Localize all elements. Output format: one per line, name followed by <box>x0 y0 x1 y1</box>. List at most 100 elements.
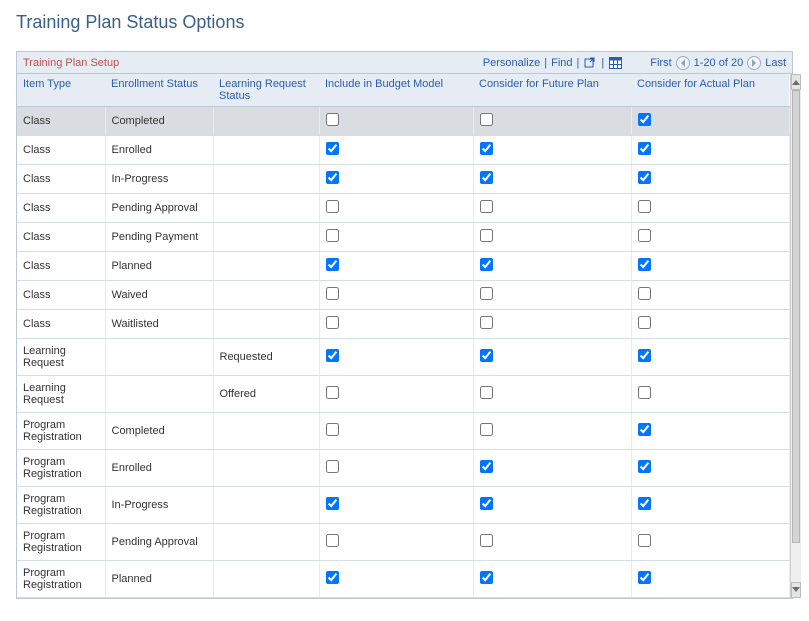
checkbox-include-budget[interactable] <box>326 316 339 329</box>
checkbox-consider-future[interactable] <box>480 287 493 300</box>
table-row[interactable]: ClassWaitlisted <box>17 310 789 339</box>
checkbox-include-budget[interactable] <box>326 497 339 510</box>
table-row[interactable]: Program RegistrationPending Approval <box>17 524 789 561</box>
download-grid-icon[interactable] <box>608 56 622 70</box>
checkbox-include-budget[interactable] <box>326 229 339 242</box>
checkbox-consider-future[interactable] <box>480 113 493 126</box>
pager-prev-button[interactable] <box>676 56 690 70</box>
grid-pager: First 1-20 of 20 Last <box>650 56 786 70</box>
table-row[interactable]: Program RegistrationPlanned <box>17 561 789 598</box>
pager-first-label[interactable]: First <box>650 57 671 69</box>
checkbox-include-budget[interactable] <box>326 423 339 436</box>
checkbox-consider-future[interactable] <box>480 460 493 473</box>
checkbox-include-budget[interactable] <box>326 287 339 300</box>
scroll-down-button[interactable] <box>791 582 801 598</box>
checkbox-consider-actual[interactable] <box>638 349 651 362</box>
checkbox-include-budget[interactable] <box>326 200 339 213</box>
table-row[interactable]: ClassWaived <box>17 281 789 310</box>
cell-learning-request-status <box>213 281 319 310</box>
checkbox-consider-actual-cell <box>631 487 789 524</box>
pager-next-button[interactable] <box>747 56 761 70</box>
checkbox-consider-actual[interactable] <box>638 534 651 547</box>
cell-item-type: Class <box>17 252 105 281</box>
checkbox-consider-future-cell <box>473 487 631 524</box>
checkbox-consider-actual[interactable] <box>638 287 651 300</box>
cell-learning-request-status <box>213 524 319 561</box>
checkbox-consider-future[interactable] <box>480 571 493 584</box>
find-link[interactable]: Find <box>551 57 572 69</box>
checkbox-consider-future[interactable] <box>480 386 493 399</box>
checkbox-consider-future[interactable] <box>480 534 493 547</box>
scroll-thumb[interactable] <box>792 90 800 543</box>
cell-learning-request-status <box>213 487 319 524</box>
checkbox-consider-actual[interactable] <box>638 171 651 184</box>
checkbox-consider-future[interactable] <box>480 229 493 242</box>
col-header-include-budget[interactable]: Include in Budget Model <box>319 74 473 107</box>
checkbox-consider-future[interactable] <box>480 200 493 213</box>
table-row[interactable]: Learning Request Offered <box>17 376 789 413</box>
checkbox-include-budget[interactable] <box>326 171 339 184</box>
table-row[interactable]: ClassEnrolled <box>17 136 789 165</box>
cell-enrollment-status: Planned <box>105 561 213 598</box>
checkbox-consider-future[interactable] <box>480 171 493 184</box>
checkbox-consider-actual[interactable] <box>638 497 651 510</box>
checkbox-include-budget[interactable] <box>326 349 339 362</box>
checkbox-consider-future[interactable] <box>480 316 493 329</box>
personalize-link[interactable]: Personalize <box>483 57 540 69</box>
checkbox-consider-actual[interactable] <box>638 423 651 436</box>
checkbox-include-budget[interactable] <box>326 142 339 155</box>
checkbox-include-budget-cell <box>319 450 473 487</box>
cell-learning-request-status: Offered <box>213 376 319 413</box>
cell-learning-request-status <box>213 252 319 281</box>
checkbox-consider-actual[interactable] <box>638 200 651 213</box>
checkbox-include-budget[interactable] <box>326 113 339 126</box>
checkbox-consider-actual-cell <box>631 252 789 281</box>
col-header-consider-future[interactable]: Consider for Future Plan <box>473 74 631 107</box>
col-header-consider-actual[interactable]: Consider for Actual Plan <box>631 74 789 107</box>
table-row[interactable]: ClassCompleted <box>17 107 789 136</box>
table-row[interactable]: Program RegistrationCompleted <box>17 413 789 450</box>
checkbox-consider-future-cell <box>473 281 631 310</box>
zoom-icon[interactable] <box>583 56 597 70</box>
cell-enrollment-status: In-Progress <box>105 487 213 524</box>
checkbox-include-budget[interactable] <box>326 460 339 473</box>
checkbox-consider-actual[interactable] <box>638 386 651 399</box>
scroll-up-button[interactable] <box>791 74 801 90</box>
checkbox-include-budget[interactable] <box>326 571 339 584</box>
checkbox-consider-future[interactable] <box>480 258 493 271</box>
checkbox-consider-actual[interactable] <box>638 571 651 584</box>
checkbox-consider-actual[interactable] <box>638 229 651 242</box>
cell-enrollment-status: Waived <box>105 281 213 310</box>
checkbox-consider-actual[interactable] <box>638 142 651 155</box>
checkbox-consider-future[interactable] <box>480 423 493 436</box>
col-header-learning-request-status[interactable]: Learning Request Status <box>213 74 319 107</box>
pager-last-label[interactable]: Last <box>765 57 786 69</box>
checkbox-consider-future-cell <box>473 524 631 561</box>
col-header-item-type[interactable]: Item Type <box>17 74 105 107</box>
checkbox-consider-actual[interactable] <box>638 113 651 126</box>
checkbox-include-budget[interactable] <box>326 258 339 271</box>
checkbox-consider-future[interactable] <box>480 349 493 362</box>
vertical-scrollbar[interactable] <box>790 74 801 598</box>
checkbox-consider-actual[interactable] <box>638 316 651 329</box>
cell-item-type: Class <box>17 165 105 194</box>
table-row[interactable]: ClassPlanned <box>17 252 789 281</box>
checkbox-consider-future[interactable] <box>480 142 493 155</box>
scroll-track[interactable] <box>791 90 801 582</box>
table-row[interactable]: Program RegistrationEnrolled <box>17 450 789 487</box>
table-row[interactable]: Learning RequestRequested <box>17 339 789 376</box>
table-row[interactable]: ClassIn-Progress <box>17 165 789 194</box>
checkbox-consider-actual[interactable] <box>638 258 651 271</box>
checkbox-consider-future[interactable] <box>480 497 493 510</box>
table-row[interactable]: ClassPending Approval <box>17 194 789 223</box>
table-row[interactable]: ClassPending Payment <box>17 223 789 252</box>
col-header-enrollment-status[interactable]: Enrollment Status <box>105 74 213 107</box>
checkbox-include-budget[interactable] <box>326 386 339 399</box>
cell-item-type: Learning Request <box>17 376 105 413</box>
checkbox-consider-actual-cell <box>631 136 789 165</box>
checkbox-include-budget-cell <box>319 252 473 281</box>
checkbox-include-budget[interactable] <box>326 534 339 547</box>
table-row[interactable]: Program RegistrationIn-Progress <box>17 487 789 524</box>
cell-learning-request-status <box>213 450 319 487</box>
checkbox-consider-actual[interactable] <box>638 460 651 473</box>
